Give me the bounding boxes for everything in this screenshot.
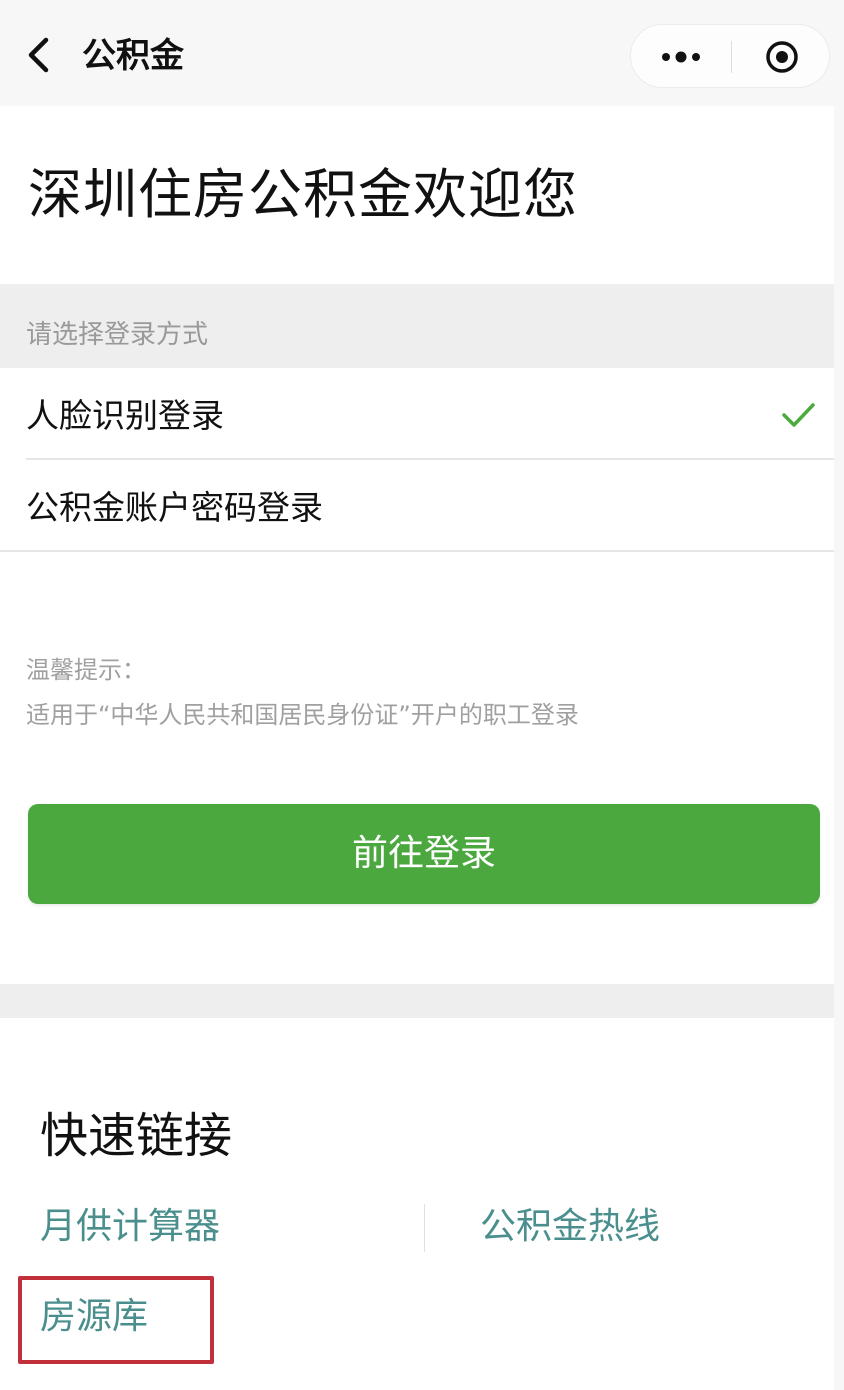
checkmark-icon xyxy=(782,403,815,427)
chevron-left-icon xyxy=(28,37,49,73)
option-divider xyxy=(0,550,834,552)
option-label: 公积金账户密码登录 xyxy=(26,488,323,527)
more-button[interactable] xyxy=(631,25,731,89)
tip-title: 温馨提示： xyxy=(26,656,146,684)
option-label: 人脸识别登录 xyxy=(26,396,224,435)
close-button[interactable] xyxy=(732,25,831,89)
link-divider xyxy=(424,1204,425,1252)
login-method-label: 请选择登录方式 xyxy=(26,320,209,350)
mini-program-capsule xyxy=(630,24,830,88)
highlight-box xyxy=(18,1276,214,1364)
link-mortgage-calculator[interactable]: 月供计算器 xyxy=(40,1204,220,1250)
login-method-header: 请选择登录方式 xyxy=(0,284,834,368)
top-navbar: 公积金 xyxy=(0,0,844,106)
go-login-label: 前往登录 xyxy=(351,833,496,874)
page-edge xyxy=(834,106,844,1390)
quick-links-title: 快速链接 xyxy=(40,1108,233,1164)
option-password-login[interactable]: 公积金账户密码登录 xyxy=(0,460,834,552)
more-dots-icon xyxy=(662,51,700,63)
option-face-login[interactable]: 人脸识别登录 xyxy=(0,368,834,460)
nav-title: 公积金 xyxy=(82,36,184,76)
section-separator xyxy=(0,984,834,1018)
target-close-icon xyxy=(766,41,798,73)
tip-text: 适用于“中华人民共和国居民身份证”开户的职工登录 xyxy=(26,701,579,729)
welcome-heading: 深圳住房公积金欢迎您 xyxy=(28,163,578,226)
back-button[interactable] xyxy=(14,30,64,80)
go-login-button[interactable]: 前往登录 xyxy=(28,804,820,904)
page: 公积金 深圳住房公积金欢迎您 请选择登录方式 人脸识别登录 公积金账户密码登录 … xyxy=(0,0,844,1390)
link-hotline[interactable]: 公积金热线 xyxy=(480,1204,660,1250)
